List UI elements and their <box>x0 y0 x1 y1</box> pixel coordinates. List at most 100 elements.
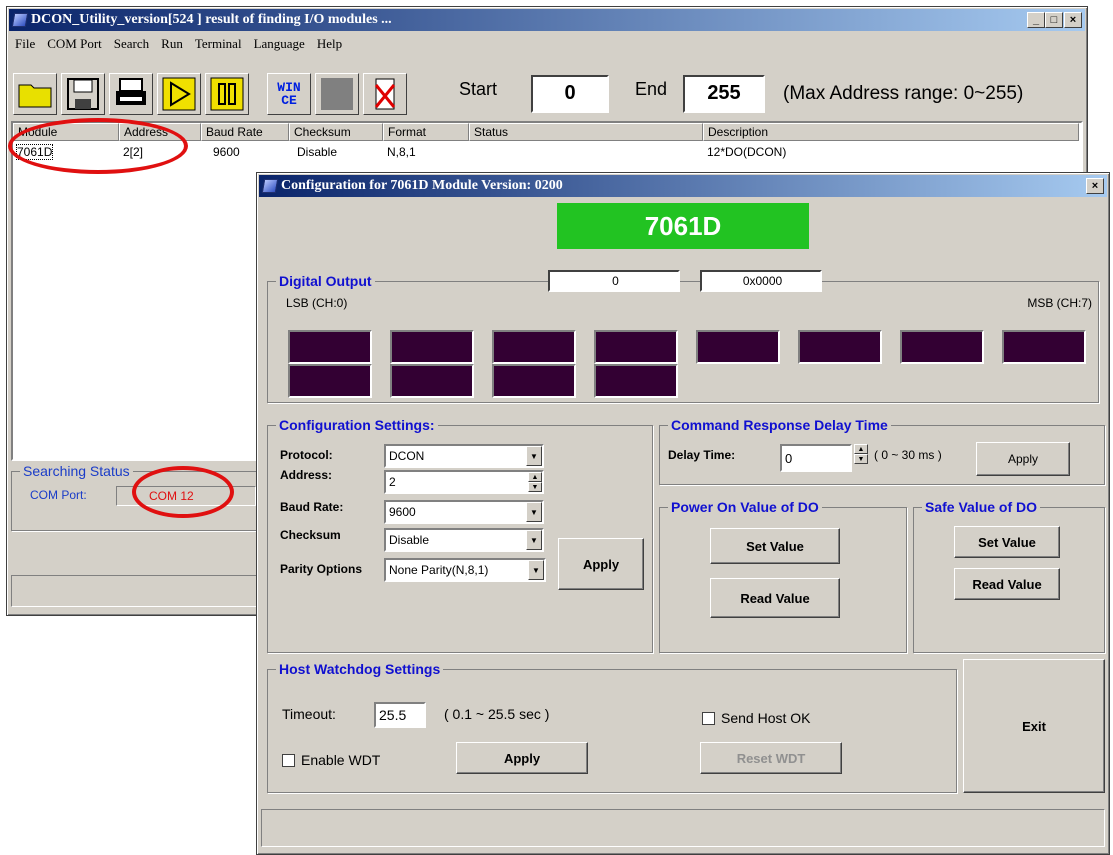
enable-wdt-checkbox[interactable]: Enable WDT <box>282 752 380 768</box>
menu-language[interactable]: Language <box>248 36 311 52</box>
do-channel-2[interactable] <box>492 330 576 364</box>
msb-label: MSB (CH:7) <box>1027 296 1092 310</box>
address-input[interactable]: 2 ▲ ▼ <box>384 470 544 494</box>
delay-apply-button[interactable]: Apply <box>976 442 1070 476</box>
enable-wdt-label: Enable WDT <box>301 752 381 768</box>
menu-com-port[interactable]: COM Port <box>41 36 108 52</box>
delete-button[interactable] <box>363 73 407 115</box>
chevron-down-icon[interactable]: ▼ <box>526 502 542 522</box>
chevron-down-icon[interactable]: ▼ <box>526 446 542 466</box>
delay-time-value: 0 <box>785 450 793 466</box>
do-value-hex[interactable]: 0x0000 <box>700 270 822 292</box>
run-button[interactable] <box>157 73 201 115</box>
do-channel-5[interactable] <box>798 330 882 364</box>
chevron-down-icon[interactable]: ▼ <box>528 560 544 580</box>
enable-wdt-box[interactable] <box>282 753 295 767</box>
do-channel-8[interactable] <box>288 364 372 398</box>
maximize-button[interactable]: □ <box>1045 12 1063 28</box>
module-name: 7061D <box>644 211 722 241</box>
open-button[interactable] <box>13 73 57 115</box>
com-port-label: COM Port: <box>30 488 87 502</box>
com-port-field: COM 12 <box>116 486 256 506</box>
print-icon <box>116 78 146 105</box>
range-text: (Max Address range: 0~255) <box>783 83 1024 104</box>
wince-button[interactable]: WIN CE <box>267 73 311 115</box>
start-input[interactable]: 0 <box>531 75 609 113</box>
cell-baud: 9600 <box>213 145 240 159</box>
config-apply-button[interactable]: Apply <box>558 538 644 590</box>
delay-time-input[interactable]: 0 <box>780 444 852 472</box>
do-channel-4[interactable] <box>696 330 780 364</box>
watchdog-title: Host Watchdog Settings <box>276 661 444 677</box>
watchdog-apply-button[interactable]: Apply <box>456 742 588 774</box>
reset-wdt-button[interactable]: Reset WDT <box>700 742 842 774</box>
col-baud-rate[interactable]: Baud Rate <box>201 123 289 141</box>
print-button[interactable] <box>109 73 153 115</box>
spin-up-icon[interactable]: ▲ <box>528 472 542 482</box>
safe-set-button[interactable]: Set Value <box>954 526 1060 558</box>
protocol-value: DCON <box>389 449 425 463</box>
menu-help[interactable]: Help <box>311 36 348 52</box>
do-channel-0[interactable] <box>288 330 372 364</box>
chevron-down-icon[interactable]: ▼ <box>526 530 542 550</box>
config-statusbar <box>261 809 1105 847</box>
address-value: 2 <box>389 475 396 489</box>
parity-select[interactable]: None Parity(N,8,1) ▼ <box>384 558 546 582</box>
power-on-title: Power On Value of DO <box>668 499 822 515</box>
do-channel-6[interactable] <box>900 330 984 364</box>
delay-spinner[interactable]: ▲ ▼ <box>854 444 868 464</box>
menu-terminal[interactable]: Terminal <box>189 36 248 52</box>
save-button[interactable] <box>61 73 105 115</box>
do-channel-11[interactable] <box>594 364 678 398</box>
close-button[interactable]: × <box>1064 12 1082 28</box>
timeout-input[interactable]: 25.5 <box>374 702 426 728</box>
minimize-button[interactable]: _ <box>1027 12 1045 28</box>
send-host-ok-box[interactable] <box>702 711 715 725</box>
com-port-value: COM 12 <box>149 489 194 503</box>
do-channel-1[interactable] <box>390 330 474 364</box>
col-format[interactable]: Format <box>383 123 469 141</box>
checksum-label: Checksum <box>280 528 341 542</box>
spin-up-icon[interactable]: ▲ <box>854 444 868 454</box>
do-channel-7[interactable] <box>1002 330 1086 364</box>
power-on-set-button[interactable]: Set Value <box>710 528 840 564</box>
safe-read-button[interactable]: Read Value <box>954 568 1060 600</box>
pause-button[interactable] <box>205 73 249 115</box>
exit-button[interactable]: Exit <box>963 659 1105 793</box>
command-delay-title: Command Response Delay Time <box>668 417 891 433</box>
safe-value-title: Safe Value of DO <box>922 499 1041 515</box>
config-close-button[interactable]: × <box>1086 178 1104 194</box>
protocol-select[interactable]: DCON ▼ <box>384 444 544 468</box>
do-channel-3[interactable] <box>594 330 678 364</box>
cell-module: 7061D <box>15 144 54 160</box>
send-host-ok-checkbox[interactable]: Send Host OK <box>702 710 811 726</box>
power-on-read-button[interactable]: Read Value <box>710 578 840 618</box>
col-module[interactable]: Module <box>13 123 119 141</box>
menubar: File COM Port Search Run Terminal Langua… <box>9 33 1085 55</box>
do-value-dec[interactable]: 0 <box>548 270 680 292</box>
col-description[interactable]: Description <box>703 123 1079 141</box>
blank-button[interactable] <box>315 73 359 115</box>
timeout-range: ( 0.1 ~ 25.5 sec ) <box>444 706 550 722</box>
do-channel-10[interactable] <box>492 364 576 398</box>
col-status[interactable]: Status <box>469 123 703 141</box>
menu-file[interactable]: File <box>9 36 41 52</box>
spin-down-icon[interactable]: ▼ <box>854 454 868 464</box>
config-settings-title: Configuration Settings: <box>276 417 438 433</box>
cell-format: N,8,1 <box>387 145 416 159</box>
end-input[interactable]: 255 <box>683 75 765 113</box>
baud-rate-select[interactable]: 9600 ▼ <box>384 500 544 524</box>
menu-run[interactable]: Run <box>155 36 189 52</box>
wince-icon: WIN CE <box>277 80 301 108</box>
config-window: Configuration for 7061D Module Version: … <box>256 172 1110 855</box>
toolbar: WIN CE Start 0 End 255 (Max Address rang… <box>9 57 1085 121</box>
baud-rate-label: Baud Rate: <box>280 500 344 514</box>
col-address[interactable]: Address <box>119 123 201 141</box>
end-label: End <box>635 79 668 99</box>
col-checksum[interactable]: Checksum <box>289 123 383 141</box>
checksum-select[interactable]: Disable ▼ <box>384 528 544 552</box>
spin-down-icon[interactable]: ▼ <box>528 482 542 492</box>
menu-search[interactable]: Search <box>108 36 155 52</box>
do-channel-9[interactable] <box>390 364 474 398</box>
command-delay-group: Command Response Delay Time Delay Time: … <box>659 417 1105 485</box>
